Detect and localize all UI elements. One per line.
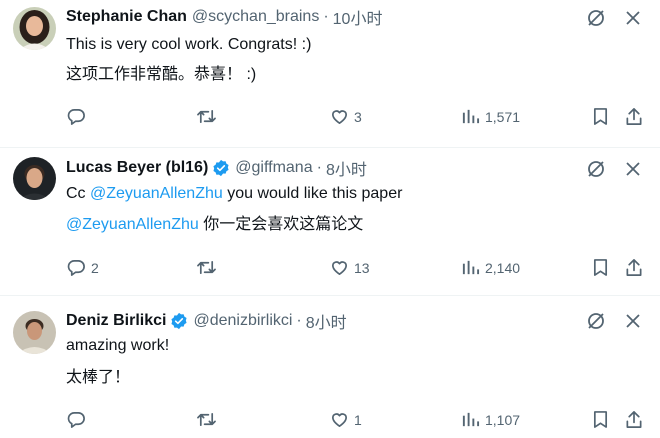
bookmark-icon [593,259,608,276]
like-count: 13 [354,259,370,276]
timestamp[interactable]: 8小时 [306,309,347,333]
views-button[interactable]: 1,571 [461,107,520,126]
reply-icon [67,259,85,276]
views-icon [462,109,480,124]
share-button[interactable] [625,410,643,429]
reply-translation-line: @ZeyuanAllenZhu 你一定会喜欢这篇论文 [66,214,363,236]
reply-corner-actions [586,8,642,33]
bookmark-icon [593,108,608,125]
share-button[interactable] [625,258,643,277]
author-handle[interactable]: @scychan_brains [192,8,319,26]
retweet-icon [197,412,216,427]
timestamp[interactable]: 10小时 [333,5,383,29]
grok-icon[interactable] [586,311,606,336]
reply-header: Stephanie Chan @scychan_brains · 10小时 [66,5,383,29]
reply-button[interactable] [67,107,91,126]
avatar[interactable] [13,311,56,354]
reply-translation-line: 这项工作非常酷。恭喜！ :) [66,66,257,83]
verified-badge-icon [170,312,188,330]
text-suffix: 你一定会喜欢这篇论文 [198,216,364,233]
like-button[interactable]: 3 [330,107,362,126]
action-bar: 1 1,107 [0,410,660,432]
reply-header: Lucas Beyer (bl16) @giffmana · 8小时 [66,156,367,180]
retweet-button[interactable] [196,410,222,429]
separator-dot: · [316,159,322,176]
like-button[interactable]: 13 [330,258,370,277]
author-name[interactable]: Lucas Beyer (bl16) [66,159,208,177]
reply-text-line: This is very cool work. Congrats! :) [66,36,312,53]
like-icon [331,110,348,125]
avatar-image [13,7,56,50]
views-button[interactable]: 1,107 [461,410,520,429]
like-icon [331,261,348,276]
reply-text-line: amazing work! [66,337,170,354]
retweet-icon [197,109,216,124]
verified-badge-icon [212,159,230,177]
separator-dot: · [323,8,329,25]
share-icon [626,108,642,125]
action-bar: 3 1,571 [0,107,660,129]
views-icon [462,412,480,427]
avatar[interactable] [13,157,56,200]
reply-header: Deniz Birlikci @denizbirlikci · 8小时 [66,309,347,333]
reply-icon [67,108,85,125]
like-button[interactable]: 1 [330,410,362,429]
views-button[interactable]: 2,140 [461,258,520,277]
more-icon[interactable] [624,312,642,335]
bookmark-button[interactable] [592,410,609,429]
grok-icon[interactable] [586,8,606,33]
more-icon[interactable] [624,160,642,183]
retweet-button[interactable] [196,258,222,277]
avatar-image [13,157,56,200]
share-button[interactable] [625,107,643,126]
reply-button[interactable] [67,410,91,429]
mention-link[interactable]: @ZeyuanAllenZhu [90,185,223,202]
text-prefix: Cc [66,185,90,202]
reply-button[interactable]: 2 [67,258,99,277]
action-bar: 2 13 2,140 [0,258,660,280]
reply-corner-actions [586,159,642,184]
more-icon[interactable] [624,9,642,32]
author-name[interactable]: Stephanie Chan [66,8,187,26]
reply-1[interactable]: Stephanie Chan @scychan_brains · 10小时 Th… [0,0,660,146]
like-count: 3 [354,108,362,125]
author-handle[interactable]: @denizbirlikci [193,312,292,330]
view-count: 1,571 [485,108,521,125]
view-count: 1,107 [485,411,521,428]
view-count: 2,140 [485,259,521,276]
avatar-image [13,311,56,354]
timestamp[interactable]: 8小时 [326,156,367,180]
reply-corner-actions [586,311,642,336]
avatar[interactable] [13,7,56,50]
like-count: 1 [354,411,362,428]
views-icon [462,260,480,275]
bookmark-icon [593,411,608,428]
grok-icon[interactable] [586,159,606,184]
author-name[interactable]: Deniz Birlikci [66,312,166,330]
reply-2[interactable]: Lucas Beyer (bl16) @giffmana · 8小时 Cc @Z… [0,148,660,294]
reply-count: 2 [91,259,99,276]
author-handle[interactable]: @giffmana [235,159,312,177]
bookmark-button[interactable] [592,107,609,126]
text-suffix: you would like this paper [222,185,403,202]
like-icon [331,413,348,428]
reply-translation-line: 太棒了！ [66,369,131,386]
retweet-button[interactable] [196,107,222,126]
reply-text-line: Cc @ZeyuanAllenZhu you would like this p… [66,183,402,205]
reply-icon [67,411,85,428]
retweet-icon [197,260,216,275]
share-icon [626,411,642,428]
share-icon [626,259,642,276]
mention-link[interactable]: @ZeyuanAllenZhu [66,216,199,233]
reply-3[interactable]: Deniz Birlikci @denizbirlikci · 8小时 amaz… [0,296,660,438]
separator-dot: · [296,312,302,329]
bookmark-button[interactable] [592,258,609,277]
